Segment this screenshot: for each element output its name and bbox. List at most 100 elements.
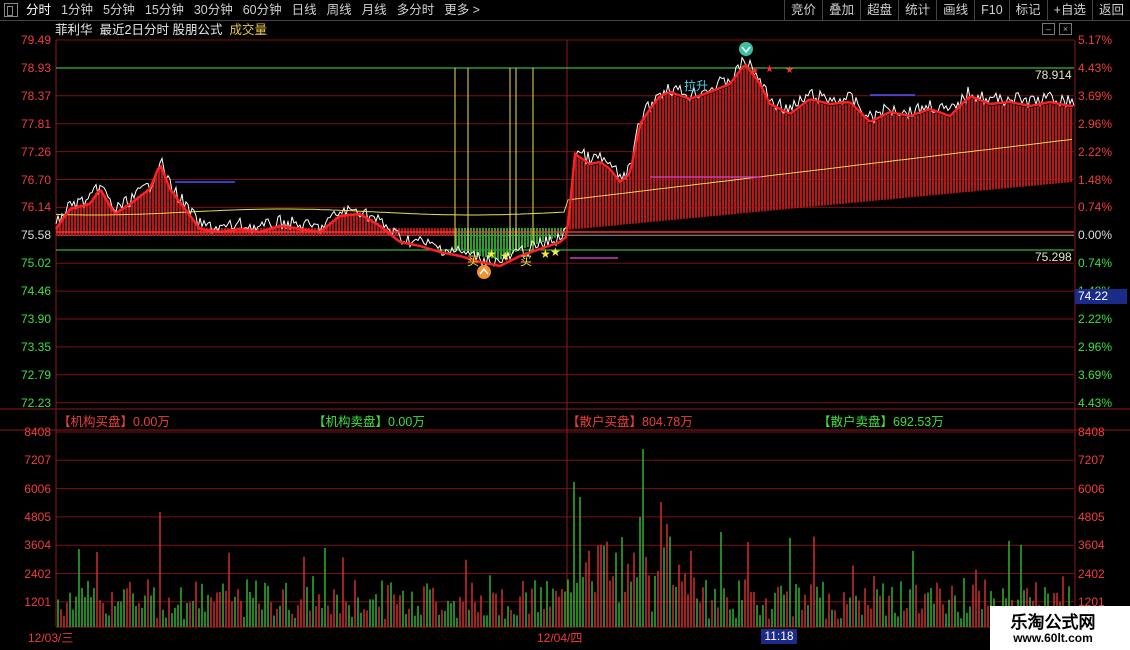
draw-line-button[interactable]: 画线 xyxy=(936,0,974,20)
volume-tick-label: 4805 xyxy=(1078,509,1105,524)
auction-button[interactable]: 竞价 xyxy=(784,0,822,20)
sell-chevron-icon xyxy=(741,46,751,54)
background-bars xyxy=(56,67,1072,260)
stats-button[interactable]: 统计 xyxy=(898,0,936,20)
percent-tick-label: 0.74% xyxy=(1078,256,1113,271)
volume-tick-label: 2402 xyxy=(1078,566,1105,581)
price-tick-label: 74.46 xyxy=(20,284,51,299)
percent-tick-label: 1.48% xyxy=(1078,172,1113,187)
tab-intraday[interactable]: 分时 xyxy=(21,0,56,20)
volume-tick-label: 8408 xyxy=(1078,425,1105,439)
mark-button[interactable]: 标记 xyxy=(1008,0,1047,20)
tab-5min[interactable]: 5分钟 xyxy=(98,0,140,20)
percent-tick-label: 4.43% xyxy=(1078,60,1113,75)
buy-label-1: 买 xyxy=(467,254,480,268)
minimize-icon[interactable]: – xyxy=(1042,23,1055,35)
close-icon[interactable]: × xyxy=(1059,23,1072,35)
star-icon: ★ xyxy=(765,64,774,75)
percent-tick-label: 4.43% xyxy=(1078,395,1113,410)
volume-tick-label: 7207 xyxy=(1078,453,1105,468)
percent-tick-label: 2.96% xyxy=(1078,116,1113,131)
low-level-label: 75.298 xyxy=(1035,250,1072,264)
volume-tick-label: 8408 xyxy=(24,425,51,439)
percent-tick-label: 2.22% xyxy=(1078,312,1113,326)
price-tick-label: 79.49 xyxy=(20,33,51,47)
tab-weekly[interactable]: 周线 xyxy=(322,0,357,20)
layout-icon[interactable] xyxy=(4,3,18,17)
date-axis: 12/03/三 12/04/四 xyxy=(0,628,1130,650)
volume-tick-label: 6006 xyxy=(1078,481,1105,496)
price-tick-label: 73.90 xyxy=(20,312,51,326)
watermark: 乐淘公式网 www.60lt.com xyxy=(990,606,1130,650)
percent-tick-label: 3.69% xyxy=(1078,88,1113,103)
volume-tick-label: 3604 xyxy=(24,538,51,553)
tab-daily[interactable]: 日线 xyxy=(287,0,322,20)
current-price-tag: 74.22 xyxy=(1075,289,1127,304)
panel-controls: – × xyxy=(1042,23,1072,35)
back-button[interactable]: 返回 xyxy=(1091,0,1130,20)
period-tabs: 分时 1分钟 5分钟 15分钟 30分钟 60分钟 日线 周线 月线 多分时 更… xyxy=(0,0,485,20)
f10-button[interactable]: F10 xyxy=(974,0,1009,20)
function-buttons: 竞价 叠加 超盘 统计 画线 F10 标记 +自选 返回 xyxy=(784,0,1130,20)
volume-tick-label: 6006 xyxy=(24,481,51,496)
up-label: 拉升 xyxy=(684,79,709,93)
percent-tick-label: 2.22% xyxy=(1078,144,1113,159)
average-line xyxy=(55,138,1073,216)
star-icon: ★ xyxy=(550,245,561,259)
price-tick-label: 78.37 xyxy=(20,88,51,103)
stock-name[interactable]: 菲利华 xyxy=(55,21,93,39)
retail-sell-label: 【散户卖盘】692.53万 xyxy=(818,415,944,429)
retail-buy-label: 【散户买盘】804.78万 xyxy=(567,415,693,429)
intraday-chart[interactable]: ★ ★ ★ ★★ ★ ★ xyxy=(0,0,1130,650)
buy-marker-icon xyxy=(477,265,491,279)
super-button[interactable]: 超盘 xyxy=(860,0,898,20)
tab-60min[interactable]: 60分钟 xyxy=(238,0,287,20)
percent-tick-label: 0.00% xyxy=(1078,228,1113,243)
high-level-label: 78.914 xyxy=(1035,68,1072,82)
tab-multi-day[interactable]: 多分时 xyxy=(392,0,440,20)
date-day1: 12/03/三 xyxy=(28,631,74,645)
volume-indicator-label[interactable]: 成交量 xyxy=(229,21,267,39)
add-watchlist-button[interactable]: +自选 xyxy=(1046,0,1092,20)
volume-tick-label: 4805 xyxy=(24,509,51,524)
percent-tick-label: 0.74% xyxy=(1078,200,1113,215)
price-tick-label: 77.81 xyxy=(20,116,51,131)
percent-tick-label: 3.69% xyxy=(1078,367,1113,382)
price-tick-label: 76.70 xyxy=(20,172,51,187)
signal-markers: ★ ★ ★ ★★ ★ ★ xyxy=(477,42,794,279)
price-tick-label: 72.23 xyxy=(20,395,51,410)
price-tick-label: 77.26 xyxy=(20,144,51,159)
price-tick-label: 76.14 xyxy=(20,200,51,215)
star-icon: ★ xyxy=(500,249,511,263)
price-tick-label: 75.02 xyxy=(20,256,51,271)
volume-bars xyxy=(57,449,1073,627)
price-tick-label: 78.93 xyxy=(20,60,51,75)
inst-buy-label: 【机构买盘】0.00万 xyxy=(58,415,170,429)
tab-30min[interactable]: 30分钟 xyxy=(189,0,238,20)
watermark-title: 乐淘公式网 xyxy=(1010,613,1096,632)
tab-1min[interactable]: 1分钟 xyxy=(56,0,98,20)
inst-sell-label: 【机构卖盘】0.00万 xyxy=(313,415,425,429)
buy-label-2: 买 xyxy=(520,254,533,268)
star-icon: ★ xyxy=(486,247,497,261)
price-tick-label: 72.79 xyxy=(20,367,51,382)
price-tick-label: 73.35 xyxy=(20,339,51,354)
watermark-url: www.60lt.com xyxy=(1013,631,1093,645)
price-tick-label: 75.58 xyxy=(20,228,51,243)
tab-monthly[interactable]: 月线 xyxy=(357,0,392,20)
tab-15min[interactable]: 15分钟 xyxy=(140,0,189,20)
volume-tick-label: 2402 xyxy=(24,566,51,581)
star-icon: ★ xyxy=(540,247,551,261)
volume-tick-label: 7207 xyxy=(24,453,51,468)
star-icon: ★ xyxy=(785,65,794,76)
period-toolbar: 分时 1分钟 5分钟 15分钟 30分钟 60分钟 日线 周线 月线 多分时 更… xyxy=(0,0,1130,21)
star-icon: ★ xyxy=(750,66,759,77)
tab-more[interactable]: 更多 > xyxy=(439,0,485,20)
volume-tick-label: 1201 xyxy=(24,594,51,609)
overlay-button[interactable]: 叠加 xyxy=(822,0,860,20)
buy-chevron-icon xyxy=(479,267,489,275)
price-lines xyxy=(54,56,1075,268)
cursor-time-tag: 11:18 xyxy=(761,629,797,644)
volume-tick-label: 3604 xyxy=(1078,538,1105,553)
date-day2: 12/04/四 xyxy=(537,631,583,645)
